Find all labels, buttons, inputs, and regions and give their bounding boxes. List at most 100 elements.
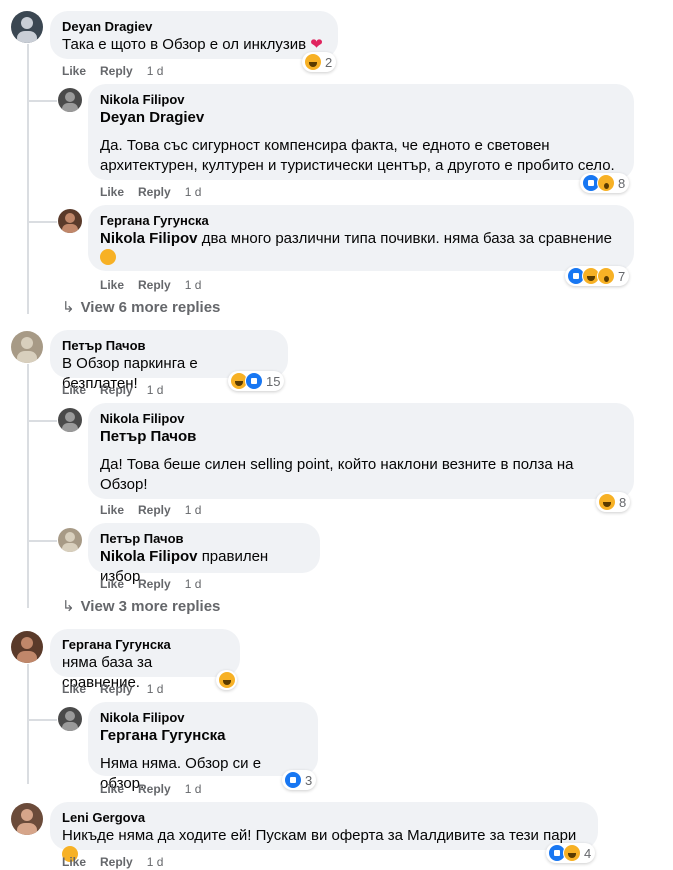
thread-connector [27, 420, 57, 422]
comment-author[interactable]: Nikola Filipov [100, 92, 622, 108]
reaction-count: 8 [618, 175, 626, 191]
reply-button[interactable]: Reply [100, 855, 133, 869]
like-button[interactable]: Like [62, 855, 86, 869]
avatar[interactable] [11, 631, 43, 663]
reply-button[interactable]: Reply [138, 577, 171, 591]
reply-button[interactable]: Reply [100, 682, 133, 696]
reaction-count: 4 [584, 845, 592, 861]
comment-author[interactable]: Гергана Гугунска [62, 637, 228, 653]
person-icon [62, 213, 78, 233]
thread-connector [27, 221, 57, 223]
reply-arrow-icon: ↳ [62, 598, 75, 615]
reply-button[interactable]: Reply [138, 185, 171, 199]
like-button[interactable]: Like [62, 682, 86, 696]
comment-timestamp[interactable]: 1 d [147, 64, 164, 78]
comment-timestamp[interactable]: 1 d [147, 682, 164, 696]
reaction-count: 3 [305, 772, 313, 788]
thread-connector [27, 540, 57, 542]
reply-button[interactable]: Reply [100, 383, 133, 397]
mention-link[interactable]: Nikola Filipov [100, 548, 198, 565]
comment-author[interactable]: Гергана Гугунска [100, 213, 622, 229]
comment-timestamp[interactable]: 1 d [185, 577, 202, 591]
mention-link[interactable]: Петър Пачов [100, 427, 622, 447]
reaction-summary[interactable]: 2 [302, 52, 337, 72]
comment-author[interactable]: Петър Пачов [62, 338, 276, 354]
like-button[interactable]: Like [100, 185, 124, 199]
mention-link[interactable]: Гергана Гугунска [100, 726, 306, 746]
haha-reaction-icon [563, 844, 581, 862]
reaction-count: 15 [266, 373, 281, 389]
comment-bubble: Deyan Dragiev Така е щото в Обзор е ол и… [50, 11, 338, 59]
like-reaction-icon [284, 771, 302, 789]
comment-actions: Like Reply 1 d [100, 576, 215, 592]
smile-emoji-icon [100, 249, 116, 265]
like-button[interactable]: Like [62, 64, 86, 78]
comment-actions: Like Reply 1 d [100, 277, 215, 293]
like-button[interactable]: Like [100, 782, 124, 796]
reaction-summary[interactable]: 7 [565, 266, 630, 286]
comment-bubble: Nikola Filipov Гергана Гугунска Няма ням… [88, 702, 318, 792]
person-icon [62, 412, 78, 432]
reply-button[interactable]: Reply [138, 503, 171, 517]
avatar[interactable] [58, 528, 82, 552]
comment-author[interactable]: Nikola Filipov [100, 411, 622, 427]
like-reaction-icon [245, 372, 263, 390]
comment-actions: Like Reply 1 d [62, 382, 177, 398]
comment-author[interactable]: Петър Пачов [100, 531, 308, 547]
reaction-summary[interactable]: 3 [282, 770, 317, 790]
haha-reaction-icon [304, 53, 322, 71]
like-button[interactable]: Like [62, 383, 86, 397]
thread-line [27, 44, 29, 314]
comment-timestamp[interactable]: 1 d [185, 782, 202, 796]
reaction-summary[interactable]: 15 [228, 371, 285, 391]
haha-reaction-icon [218, 671, 236, 689]
comment-timestamp[interactable]: 1 d [185, 185, 202, 199]
reply-button[interactable]: Reply [138, 278, 171, 292]
thread-line [27, 664, 29, 784]
comment-actions: Like Reply 1 d [62, 854, 177, 870]
like-button[interactable]: Like [100, 278, 124, 292]
mention-link[interactable]: Nikola Filipov [100, 230, 198, 247]
mention-link[interactable]: Deyan Dragiev [100, 108, 622, 128]
comment-bubble: Гергана Гугунска няма база за сравнение. [50, 629, 240, 691]
avatar[interactable] [11, 331, 43, 363]
comment-author[interactable]: Leni Gergova [62, 810, 586, 826]
comment-author[interactable]: Deyan Dragiev [62, 19, 326, 35]
comment-actions: Like Reply 1 d [62, 681, 177, 697]
reply-button[interactable]: Reply [138, 782, 171, 796]
comment-text: Да! Това беше силен selling point, който… [100, 456, 574, 493]
reaction-count: 2 [325, 54, 333, 70]
reply-button[interactable]: Reply [100, 64, 133, 78]
reaction-summary[interactable]: 4 [546, 843, 596, 863]
avatar[interactable] [58, 209, 82, 233]
reaction-summary[interactable] [216, 670, 237, 690]
person-icon [17, 17, 37, 43]
avatar[interactable] [11, 11, 43, 43]
reaction-summary[interactable]: 8 [580, 173, 630, 193]
view-more-replies-link[interactable]: ↳ View 3 more replies [62, 597, 220, 617]
view-more-replies-link[interactable]: ↳ View 6 more replies [62, 298, 220, 318]
avatar[interactable] [58, 408, 82, 432]
comment-text: Никъде няма да ходите ей! Пускам ви офер… [62, 827, 577, 844]
comment-timestamp[interactable]: 1 d [147, 383, 164, 397]
avatar[interactable] [58, 707, 82, 731]
like-button[interactable]: Like [100, 503, 124, 517]
reaction-count: 8 [619, 494, 627, 510]
reaction-count: 7 [618, 268, 626, 284]
like-button[interactable]: Like [100, 577, 124, 591]
comment-author[interactable]: Nikola Filipov [100, 710, 306, 726]
comment-actions: Like Reply 1 d [62, 63, 177, 79]
reaction-summary[interactable]: 8 [596, 492, 631, 512]
comment-actions: Like Reply 1 d [100, 184, 215, 200]
person-icon [62, 711, 78, 731]
person-icon [17, 809, 37, 835]
haha-reaction-icon [598, 493, 616, 511]
person-icon [62, 532, 78, 552]
comment-timestamp[interactable]: 1 d [185, 503, 202, 517]
comment-timestamp[interactable]: 1 d [185, 278, 202, 292]
avatar[interactable] [58, 88, 82, 112]
reply-arrow-icon: ↳ [62, 299, 75, 316]
comment-timestamp[interactable]: 1 d [147, 855, 164, 869]
wow-reaction-icon [597, 174, 615, 192]
avatar[interactable] [11, 803, 43, 835]
